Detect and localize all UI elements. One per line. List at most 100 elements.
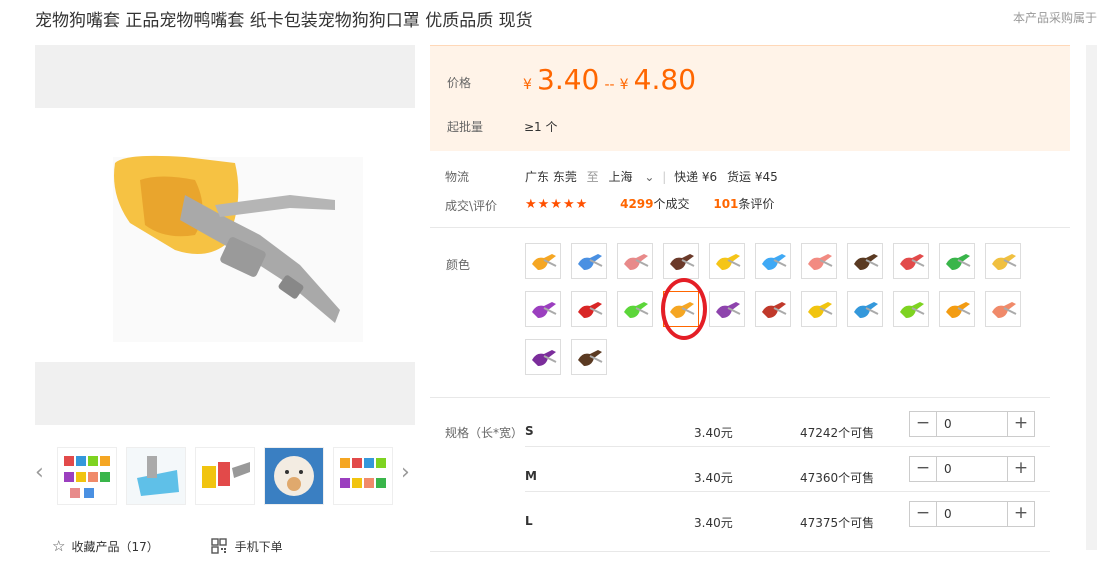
logistics-row: 广东 东莞 至 上海 ⌄ | 快递 ¥6 货运 ¥45 xyxy=(525,168,778,185)
chevron-right-icon[interactable]: › xyxy=(401,460,410,485)
review-count-value: 101 xyxy=(713,197,739,211)
main-product-image[interactable] xyxy=(35,45,415,425)
color-swatch[interactable] xyxy=(571,291,607,327)
freight-fee: 货运 ¥45 xyxy=(727,170,778,184)
sku-stock: 47375个可售 xyxy=(800,516,875,530)
deals-row: ★★★★★ 4299个成交 101条评价 xyxy=(525,195,774,212)
sku-name: S xyxy=(525,424,534,438)
color-swatch[interactable] xyxy=(525,291,561,327)
logistics-label: 物流 xyxy=(445,170,470,184)
color-swatch[interactable] xyxy=(617,243,653,279)
thumbnail-4[interactable] xyxy=(264,447,324,505)
mobile-order-label: 手机下单 xyxy=(234,539,283,554)
color-swatch[interactable] xyxy=(663,291,699,327)
deal-count-value: 4299 xyxy=(620,197,654,211)
color-swatch[interactable] xyxy=(709,291,745,327)
procurement-notice: 本产品采购属于 xyxy=(1012,11,1097,25)
divider-line-2 xyxy=(430,397,1050,398)
spec-divider xyxy=(525,491,1050,492)
ship-from: 广东 东莞 xyxy=(525,170,577,184)
color-swatch[interactable] xyxy=(525,339,561,375)
currency-symbol: ¥ xyxy=(523,77,532,93)
color-swatch[interactable] xyxy=(893,243,929,279)
color-swatch[interactable] xyxy=(893,291,929,327)
thumbnail-3[interactable] xyxy=(195,447,255,505)
divider-line xyxy=(430,227,1070,228)
price-range: ¥ 3.40 -- ¥ 4.80 xyxy=(523,63,696,96)
deal-count[interactable]: 4299个成交 xyxy=(620,197,689,211)
quantity-stepper: −0 + xyxy=(909,501,1035,527)
moq-label: 起批量 xyxy=(447,120,484,134)
color-swatch[interactable] xyxy=(709,243,745,279)
express-fee: 快递 ¥6 xyxy=(674,170,718,184)
sku-price: 3.40元 xyxy=(694,516,733,530)
sku-stock: 47360个可售 xyxy=(800,471,875,485)
color-swatch[interactable] xyxy=(663,243,699,279)
mobile-order-action[interactable]: 手机下单 xyxy=(210,538,283,555)
product-actions: ☆ 收藏产品（17） 手机下单 xyxy=(52,537,283,555)
review-count-suffix: 条评价 xyxy=(738,197,775,211)
currency-symbol-2: ¥ xyxy=(619,77,629,93)
color-swatch[interactable] xyxy=(755,243,791,279)
color-swatch[interactable] xyxy=(847,291,883,327)
rating-stars: ★★★★★ xyxy=(525,197,589,212)
sku-price: 3.40元 xyxy=(694,471,733,485)
ship-to-select[interactable]: 上海 ⌄ xyxy=(609,170,655,184)
divider: | xyxy=(662,170,667,184)
price-max: 4.80 xyxy=(633,63,697,96)
color-swatch[interactable] xyxy=(939,243,975,279)
thumbnail-1[interactable] xyxy=(57,447,117,505)
chevron-left-icon[interactable]: ‹ xyxy=(35,460,44,485)
color-swatch[interactable] xyxy=(985,243,1021,279)
price-label: 价格 xyxy=(447,76,472,90)
quantity-input[interactable]: 0 xyxy=(944,462,952,476)
ship-to-value: 上海 xyxy=(608,170,633,184)
color-swatch[interactable] xyxy=(847,243,883,279)
sku-price: 3.40元 xyxy=(694,426,733,440)
decrement-button[interactable]: − xyxy=(910,502,937,526)
decrement-button[interactable]: − xyxy=(910,412,937,436)
review-count[interactable]: 101条评价 xyxy=(713,197,774,211)
price-panel xyxy=(430,45,1070,151)
decrement-button[interactable]: − xyxy=(910,457,937,481)
increment-button[interactable]: + xyxy=(1007,457,1034,481)
color-swatch[interactable] xyxy=(525,243,561,279)
color-swatch[interactable] xyxy=(939,291,975,327)
muzzle-illustration xyxy=(113,155,363,342)
deal-count-suffix: 个成交 xyxy=(653,197,690,211)
thumbnail-strip: ‹ › xyxy=(35,445,415,505)
favorite-action[interactable]: ☆ 收藏产品（17） xyxy=(52,537,159,555)
price-separator: -- xyxy=(604,77,615,93)
deals-label: 成交\评价 xyxy=(445,199,498,213)
sku-name: M xyxy=(525,469,537,483)
quantity-input[interactable]: 0 xyxy=(944,417,952,431)
increment-button[interactable]: + xyxy=(1007,412,1034,436)
to-word: 至 xyxy=(586,170,599,184)
side-scrollbar[interactable] xyxy=(1086,45,1097,550)
color-swatch[interactable] xyxy=(755,291,791,327)
thumbnail-2[interactable] xyxy=(126,447,186,505)
color-label: 颜色 xyxy=(446,258,471,272)
quantity-input[interactable]: 0 xyxy=(944,507,952,521)
color-swatch[interactable] xyxy=(801,291,837,327)
color-swatch[interactable] xyxy=(801,243,837,279)
spec-divider xyxy=(525,446,1050,447)
increment-button[interactable]: + xyxy=(1007,502,1034,526)
color-swatch[interactable] xyxy=(985,291,1021,327)
favorite-label: 收藏产品（17） xyxy=(71,539,159,554)
color-swatch[interactable] xyxy=(571,339,607,375)
spec-bottom-divider xyxy=(430,551,1050,552)
color-swatch[interactable] xyxy=(617,291,653,327)
star-outline-icon: ☆ xyxy=(52,537,66,555)
quantity-stepper: −0 + xyxy=(909,456,1035,482)
sku-name: L xyxy=(525,514,533,528)
thumbnail-5[interactable] xyxy=(333,447,393,505)
chevron-down-icon: ⌄ xyxy=(644,170,655,184)
product-title: 宠物狗嘴套 正品宠物鸭嘴套 纸卡包装宠物狗狗口罩 优质品质 现货 xyxy=(35,11,533,31)
color-swatch[interactable] xyxy=(571,243,607,279)
qr-code-icon xyxy=(210,538,227,554)
price-min: 3.40 xyxy=(537,63,600,96)
quantity-stepper: −0 + xyxy=(909,411,1035,437)
sku-stock: 47242个可售 xyxy=(800,426,875,440)
moq-value: ≥1 个 xyxy=(524,120,558,134)
